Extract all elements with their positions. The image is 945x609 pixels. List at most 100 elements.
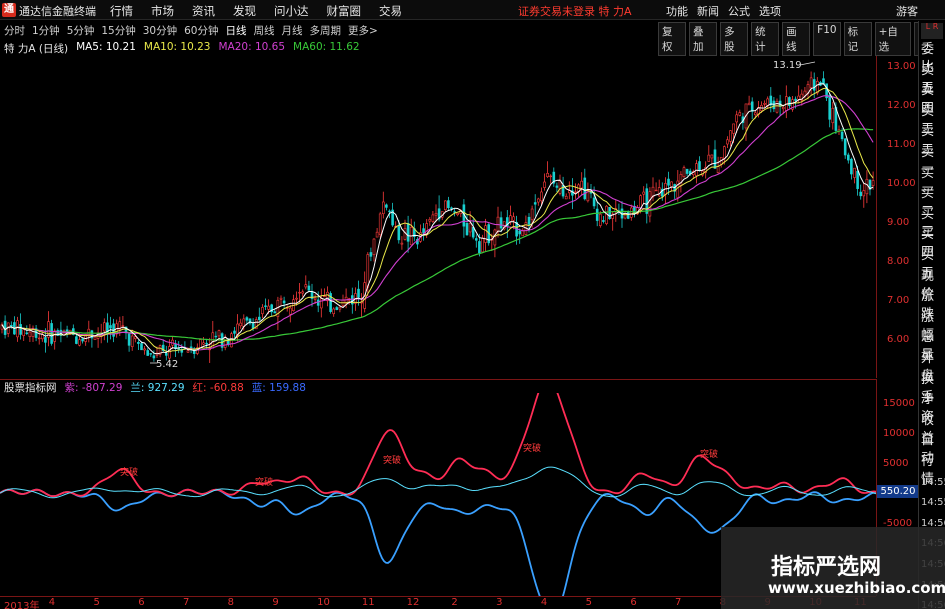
- candle-body: [245, 317, 249, 321]
- indicator-tick: 5000: [883, 458, 909, 469]
- date-tick: 6: [630, 597, 637, 608]
- candle-body: [512, 216, 515, 221]
- candle-body: [165, 353, 168, 356]
- price-tick: 13.00: [887, 61, 916, 72]
- candle-body: [735, 114, 739, 123]
- add-favorite-button[interactable]: +自选: [874, 22, 912, 56]
- tab-15min[interactable]: 15分钟: [101, 23, 135, 38]
- date-tick: 4: [48, 597, 56, 608]
- candle-body: [332, 308, 336, 315]
- breakout-label: 突破: [700, 448, 718, 460]
- candle-body: [629, 207, 633, 218]
- candle-body: [685, 168, 689, 174]
- ma5-label: MA5: 10.21: [76, 41, 136, 53]
- candle-body: [484, 225, 487, 243]
- candle-body: [738, 112, 742, 116]
- menu-item-quotes[interactable]: 行情: [110, 3, 133, 19]
- indicator-name[interactable]: 股票指标网: [4, 380, 57, 394]
- candle-body: [543, 181, 546, 188]
- date-tick: 10: [317, 597, 330, 608]
- candle-body: [856, 171, 859, 189]
- candle-body: [434, 213, 438, 216]
- candle-body: [456, 212, 460, 216]
- candle-body: [130, 335, 134, 347]
- candle-body: [518, 230, 522, 235]
- tab-1min[interactable]: 1分钟: [32, 23, 60, 38]
- breakout-label: 突破: [383, 454, 401, 466]
- candle-body: [319, 298, 323, 309]
- candle-body: [828, 94, 832, 120]
- breakout-label: 突破: [120, 466, 138, 478]
- candle-body: [261, 307, 264, 315]
- candle-body: [716, 166, 720, 174]
- tab-weekly[interactable]: 周线: [254, 23, 275, 38]
- menu-item-headlines[interactable]: 新闻: [697, 3, 719, 19]
- candle-body: [28, 331, 32, 337]
- candle-body: [378, 213, 382, 236]
- candle-body: [564, 195, 568, 200]
- candle-body: [862, 190, 866, 197]
- indicator-tick: 10000: [883, 428, 915, 439]
- menu-item-ask[interactable]: 问小达: [274, 3, 309, 19]
- candle-body: [323, 295, 326, 298]
- tab-multi-period[interactable]: 多周期: [310, 23, 342, 38]
- menu-item-formula[interactable]: 公式: [728, 3, 750, 19]
- candle-body: [298, 291, 301, 294]
- candle-body: [698, 161, 701, 171]
- menu-item-function[interactable]: 功能: [666, 3, 688, 19]
- watermark-url: www.xuezhibiao.com: [768, 579, 945, 597]
- tab-daily[interactable]: 日线: [226, 23, 247, 38]
- menu-item-options[interactable]: 选项: [759, 3, 781, 19]
- mark-button[interactable]: 标记: [843, 22, 872, 56]
- candle-body: [642, 191, 646, 195]
- guest-user[interactable]: 游客: [896, 3, 918, 19]
- candle-body: [149, 353, 153, 355]
- tab-5min[interactable]: 5分钟: [67, 23, 95, 38]
- panel-toggle-button[interactable]: L R: [921, 23, 943, 39]
- multi-stock-button[interactable]: 多股: [720, 22, 749, 56]
- candle-body: [140, 343, 143, 351]
- adjust-button[interactable]: 复权: [658, 22, 687, 56]
- candle-body: [233, 330, 236, 334]
- candle-body: [846, 154, 850, 161]
- login-status[interactable]: 证券交易未登录 特 力A: [518, 3, 632, 19]
- date-tick: 12: [406, 597, 420, 608]
- candle-body: [93, 336, 97, 341]
- candle-body: [381, 201, 385, 215]
- f10-button[interactable]: F10: [813, 22, 841, 56]
- candlestick-chart[interactable]: 13.19 5.42: [0, 56, 876, 378]
- candle-body: [540, 191, 543, 202]
- candle-body: [453, 211, 456, 213]
- candle-body: [273, 311, 277, 314]
- candle-body: [710, 154, 714, 159]
- candle-body: [40, 334, 44, 340]
- menu-item-discover[interactable]: 发现: [233, 3, 256, 19]
- candle-body: [301, 291, 305, 294]
- candle-body: [10, 324, 13, 327]
- candle-body: [279, 297, 283, 300]
- date-tick: 3: [496, 597, 503, 608]
- candle-body: [400, 242, 404, 245]
- overlay-button[interactable]: 叠加: [689, 22, 718, 56]
- candle-body: [602, 220, 605, 222]
- ma60-label: MA60: 11.62: [293, 41, 360, 53]
- tab-30min[interactable]: 30分钟: [143, 23, 177, 38]
- tab-more[interactable]: 更多>: [348, 23, 378, 38]
- menu-item-market[interactable]: 市场: [151, 3, 174, 19]
- chart-tools: 复权 叠加 多股 统计 画线 F10 标记 +自选 返回: [658, 22, 945, 56]
- ma-legend: 特 力A (日线) MA5: 10.21 MA10: 10.23 MA20: 1…: [4, 41, 368, 55]
- draw-line-button[interactable]: 画线: [782, 22, 811, 56]
- candle-body: [580, 180, 584, 189]
- menu-item-news[interactable]: 资讯: [192, 3, 215, 19]
- purple-value-label: 紫: -807.29: [64, 382, 123, 394]
- tab-intraday[interactable]: 分时: [4, 23, 25, 38]
- period-tabs: 分时 1分钟 5分钟 15分钟 30分钟 60分钟 日线 周线 月线 多周期 更…: [4, 23, 385, 38]
- candle-body: [431, 214, 435, 222]
- high-annotation: 13.19: [773, 60, 802, 71]
- menu-item-wealth[interactable]: 财富圈: [327, 3, 362, 19]
- statistics-button[interactable]: 统计: [751, 22, 780, 56]
- candle-body: [375, 231, 379, 238]
- tab-60min[interactable]: 60分钟: [184, 23, 218, 38]
- tab-monthly[interactable]: 月线: [282, 23, 303, 38]
- menu-item-trade[interactable]: 交易: [379, 3, 402, 19]
